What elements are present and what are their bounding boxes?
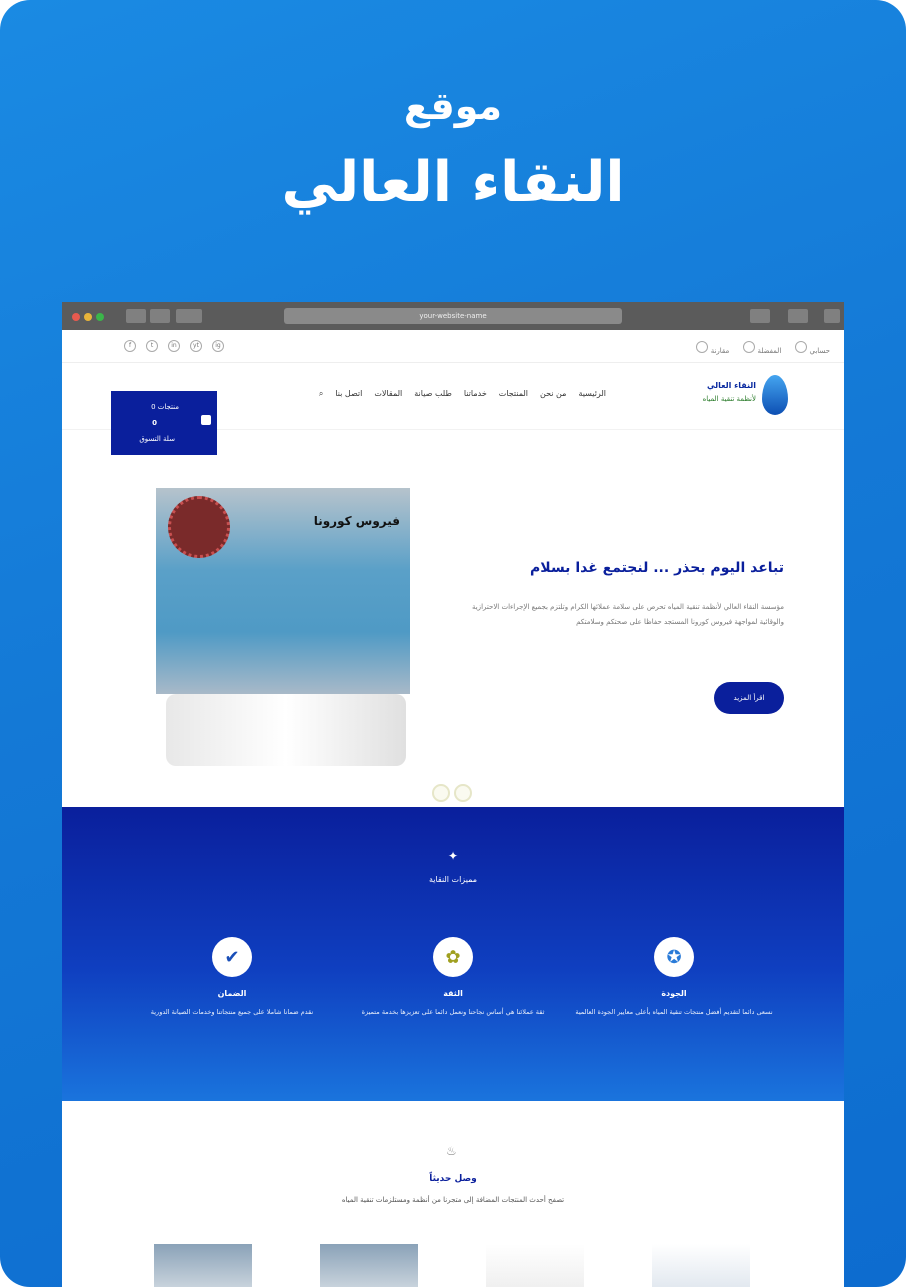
- feature-item: ✔ الضمان نقدم ضمانا شاملا على جميع منتجا…: [132, 937, 332, 1018]
- slide-heading: تباعد اليوم بحذر ... لنجتمع غدا بسلام: [530, 560, 784, 576]
- logo-name: النقاء العالي: [706, 381, 756, 390]
- facebook-icon[interactable]: f: [124, 340, 136, 352]
- nav-item-home[interactable]: الرئيسية: [578, 389, 606, 399]
- compare-link[interactable]: مقارنة: [696, 341, 729, 355]
- slider-pager: [432, 784, 472, 802]
- products-title: وصل حديثاً: [429, 1174, 477, 1184]
- feature-item: ✿ الثقة ثقة عملائنا هي أساس نجاحنا ونعمل…: [353, 937, 553, 1018]
- feature-desc: ثقة عملائنا هي أساس نجاحنا ونعمل دائما ع…: [361, 1008, 545, 1016]
- trust-icon: ✿: [433, 937, 473, 977]
- product-image[interactable]: [320, 1244, 418, 1287]
- read-more-button[interactable]: اقرأ المزيد: [714, 682, 784, 714]
- features-section: ✦ مميزات النقاية ✪ الجودة نسعى دائما لتق…: [62, 807, 844, 1101]
- guarantee-icon: ✔: [212, 937, 252, 977]
- product-image[interactable]: [154, 1244, 252, 1287]
- account-link[interactable]: حسابي: [795, 341, 830, 355]
- minimize-dot-icon[interactable]: [84, 313, 92, 321]
- nav-item-about[interactable]: من نحن: [540, 389, 566, 399]
- promo-frame: موقع النقاء العالي your-website-name حسا…: [0, 0, 906, 1287]
- features-title: مميزات النقاية: [428, 875, 478, 884]
- hero-line-2: النقاء العالي: [281, 150, 625, 215]
- linkedin-icon[interactable]: in: [168, 340, 180, 352]
- nav-item-products[interactable]: المنتجات: [499, 389, 528, 399]
- products-section: ♨ وصل حديثاً تصفح أحدث المنتجات المضافة …: [62, 1102, 844, 1287]
- youtube-icon[interactable]: yt: [190, 340, 202, 352]
- product-image[interactable]: [486, 1244, 584, 1287]
- nav-item-maintenance[interactable]: طلب صيانة: [414, 389, 452, 399]
- star-icon: ✦: [448, 849, 459, 863]
- hero-slider: فيروس كورونا تباعد اليوم بحذر ... لنجتمع…: [62, 430, 844, 807]
- twitter-icon[interactable]: t: [146, 340, 158, 352]
- pager-dot[interactable]: [454, 784, 472, 802]
- product-image[interactable]: [652, 1244, 750, 1287]
- back-button[interactable]: [126, 309, 146, 323]
- url-bar[interactable]: your-website-name: [284, 308, 622, 324]
- nav-menu: الرئيسية من نحن المنتجات خدماتنا طلب صيا…: [319, 389, 606, 399]
- top-bar: حسابي المفضلة مقارنة f t in yt ig: [62, 330, 844, 363]
- virus-icon: [168, 496, 230, 558]
- cup-icon: ♨: [446, 1144, 457, 1158]
- feature-item: ✪ الجودة نسعى دائما لتقديم أفضل منتجات ت…: [574, 937, 774, 1018]
- feature-title: الجودة: [661, 989, 687, 998]
- share-button[interactable]: [750, 309, 770, 323]
- feature-title: الضمان: [217, 989, 247, 998]
- main-nav: 0 منتجات 0 سلة التسوق الرئيسية من نحن ال…: [62, 363, 844, 455]
- instagram-icon[interactable]: ig: [212, 340, 224, 352]
- slide-image-title: فيروس كورونا: [313, 514, 400, 528]
- slide-paragraph: مؤسسة النقاء العالي لأنظمة تنقية المياه …: [471, 603, 784, 626]
- quality-icon: ✪: [654, 937, 694, 977]
- forward-button[interactable]: [150, 309, 170, 323]
- cart-label: 0 منتجات: [151, 403, 179, 411]
- slide-image: فيروس كورونا: [156, 488, 410, 694]
- filter-machine-image: [166, 694, 406, 766]
- new-tab-button[interactable]: [824, 309, 840, 323]
- hero-line-1: موقع: [403, 84, 503, 128]
- pager-dot[interactable]: [432, 784, 450, 802]
- logo-tagline: لأنظمة تنقية المياه: [702, 395, 756, 403]
- nav-item-contact[interactable]: اتصل بنا: [335, 389, 362, 399]
- feature-desc: نقدم ضمانا شاملا على جميع منتجاتنا وخدما…: [150, 1008, 314, 1016]
- nav-item-articles[interactable]: المقالات: [374, 389, 402, 399]
- sidebar-button[interactable]: [176, 309, 202, 323]
- nav-item-services[interactable]: خدماتنا: [464, 389, 487, 399]
- tabs-button[interactable]: [788, 309, 808, 323]
- maximize-dot-icon[interactable]: [96, 313, 104, 321]
- water-drop-icon: [762, 375, 788, 415]
- feature-title: الثقة: [443, 989, 463, 998]
- products-subtitle: تصفح أحدث المنتجات المضافة إلى متجرنا من…: [341, 1196, 565, 1204]
- close-dot-icon[interactable]: [72, 313, 80, 321]
- bag-icon: [201, 415, 211, 425]
- site-logo[interactable]: النقاء العالي لأنظمة تنقية المياه: [676, 371, 788, 421]
- feature-desc: نسعى دائما لتقديم أفضل منتجات تنقية المي…: [575, 1008, 773, 1016]
- browser-chrome: your-website-name: [62, 302, 844, 330]
- wishlist-link[interactable]: المفضلة: [743, 341, 781, 355]
- cart-count: 0: [152, 419, 157, 427]
- search-icon[interactable]: ⌕: [319, 389, 323, 399]
